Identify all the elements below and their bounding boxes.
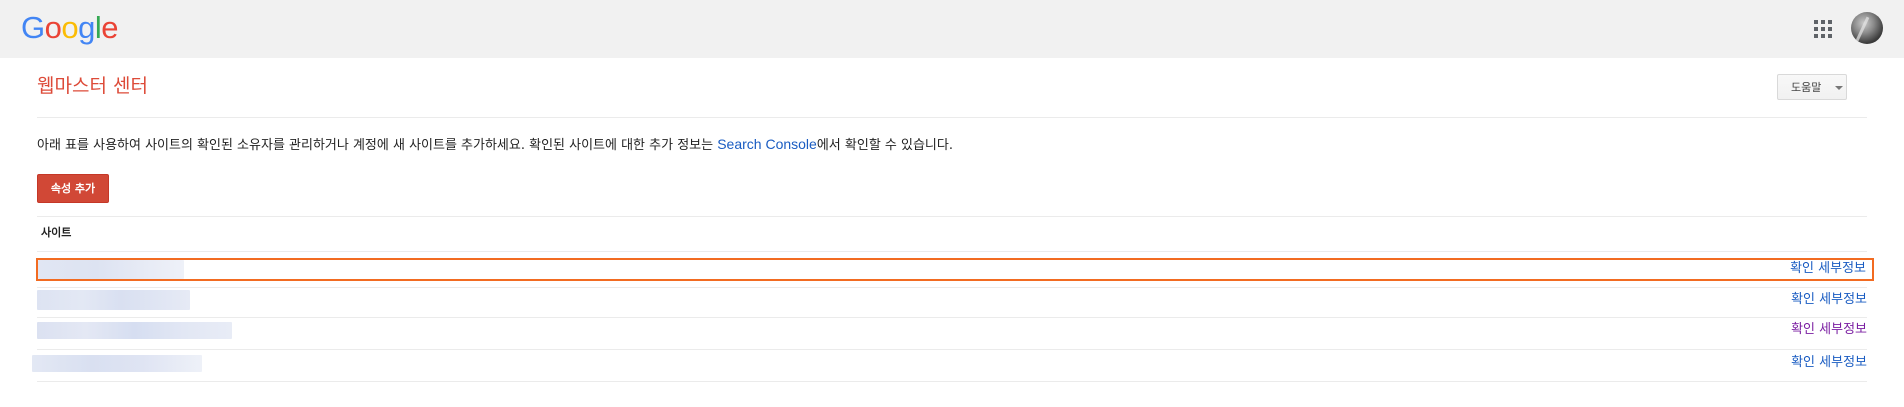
verification-details-link[interactable]: 확인 세부정보 [1791, 321, 1867, 339]
page-title: 웹마스터 센터 [37, 75, 148, 97]
logo-letter-g2: g [78, 10, 95, 45]
verification-details-link[interactable]: 확인 세부정보 [1791, 354, 1867, 372]
logo-letter-o2: o [61, 10, 79, 45]
site-row[interactable]: 확인 세부정보 [37, 322, 1867, 339]
apps-grid-icon[interactable] [1814, 20, 1832, 38]
logo-letter-e: e [101, 10, 119, 45]
intro-text-before: 아래 표를 사용하여 사이트의 확인된 소유자를 관리하거나 계정에 새 사이트… [37, 138, 718, 153]
header-divider [37, 117, 1867, 118]
verification-details-link[interactable]: 확인 세부정보 [1790, 260, 1866, 278]
help-button-label: 도움말 [1791, 81, 1822, 94]
add-property-button[interactable]: 속성 추가 [37, 174, 109, 203]
google-logo[interactable]: Google [21, 9, 119, 47]
logo-letter-o1: o [44, 10, 62, 45]
row-divider [37, 349, 1867, 350]
site-row[interactable]: 확인 세부정보 [32, 355, 1867, 372]
table-header-divider [37, 251, 1867, 252]
logo-letter-g: G [21, 10, 45, 45]
table-top-divider [37, 216, 1867, 217]
row-divider [37, 287, 1867, 288]
row-divider [37, 317, 1867, 318]
verification-details-link[interactable]: 확인 세부정보 [1791, 291, 1867, 309]
chevron-down-icon [1835, 86, 1843, 90]
help-dropdown-button[interactable]: 도움말 [1777, 74, 1847, 100]
site-url-redacted[interactable] [37, 322, 232, 339]
column-header-site: 사이트 [41, 226, 72, 239]
site-url-redacted[interactable] [38, 260, 184, 279]
site-row-selected[interactable]: 확인 세부정보 [36, 258, 1874, 281]
search-console-link[interactable]: Search Console [717, 136, 817, 152]
intro-text: 아래 표를 사용하여 사이트의 확인된 소유자를 관리하거나 계정에 새 사이트… [37, 135, 953, 155]
top-bar: Google [0, 0, 1904, 58]
site-url-redacted[interactable] [37, 290, 190, 310]
user-avatar[interactable] [1851, 12, 1883, 44]
site-url-redacted[interactable] [32, 355, 202, 372]
site-row[interactable]: 확인 세부정보 [37, 290, 1867, 310]
table-bottom-divider [37, 381, 1867, 382]
intro-text-after: 에서 확인할 수 있습니다. [816, 138, 953, 153]
